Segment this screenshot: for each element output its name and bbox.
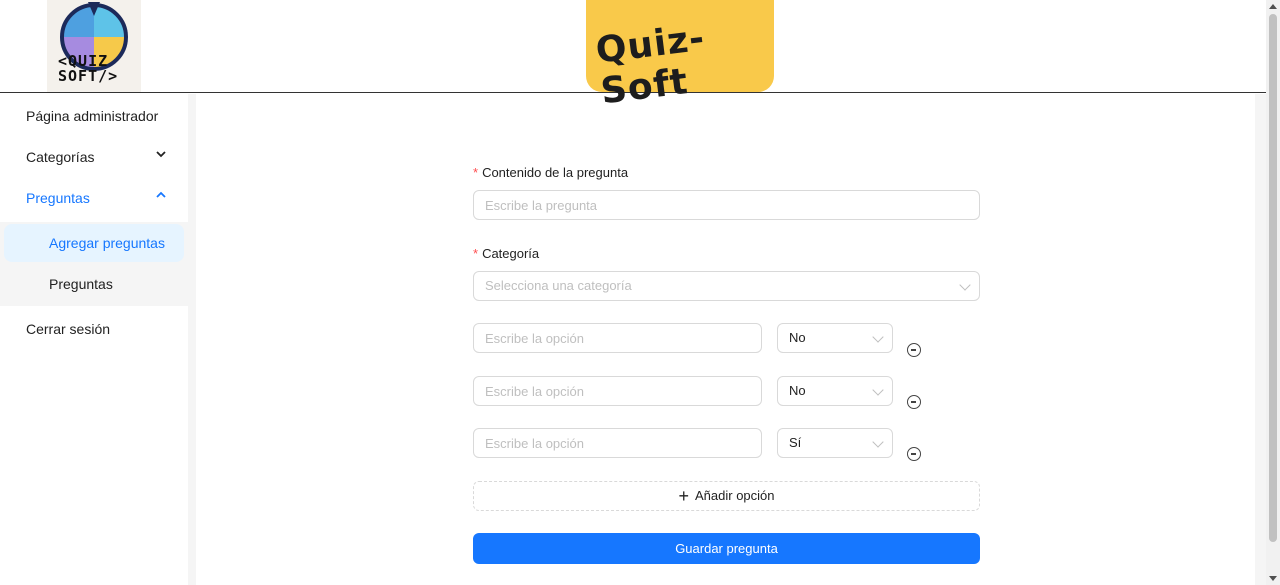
sidebar-item-logout[interactable]: Cerrar sesión [0, 309, 188, 349]
sidebar-divider [188, 94, 196, 585]
save-question-button[interactable]: Guardar pregunta [473, 533, 980, 564]
quiz-soft-logo[interactable]: <QUIZ SOFT/> [47, 0, 141, 92]
chevron-down-icon [872, 384, 884, 396]
sidebar-item-questions[interactable]: Preguntas [0, 178, 188, 218]
remove-option-icon[interactable] [907, 343, 921, 357]
option-correct-select[interactable]: No [777, 376, 893, 406]
plus-icon: + [678, 486, 689, 506]
sidebar-item-admin-page[interactable]: Página administrador [0, 96, 188, 136]
scroll-thumb[interactable] [1269, 14, 1277, 542]
remove-option-icon[interactable] [907, 395, 921, 409]
logo-text: <QUIZ SOFT/> [58, 52, 119, 85]
question-label: * Contenido de la pregunta [473, 165, 629, 180]
chevron-down-icon [156, 137, 166, 177]
chevron-down-icon [872, 331, 884, 343]
category-select[interactable]: Selecciona una categoría [473, 271, 980, 301]
category-label: * Categoría [473, 246, 540, 261]
scroll-down-icon[interactable] [1269, 576, 1277, 581]
remove-option-icon[interactable] [907, 447, 921, 461]
option-input[interactable] [473, 428, 762, 458]
sidebar-item-label: Preguntas [26, 190, 90, 206]
sidebar-item-categories[interactable]: Categorías [0, 137, 188, 177]
page-scrollbar[interactable] [1266, 0, 1280, 585]
add-option-button[interactable]: + Añadir opción [473, 481, 980, 511]
brand-title: Quiz-Soft [593, 17, 708, 113]
chevron-down-icon [872, 436, 884, 448]
questions-submenu: Agregar preguntas Preguntas [0, 222, 188, 306]
option-correct-select[interactable]: No [777, 323, 893, 353]
sidebar-item-label: Cerrar sesión [26, 321, 111, 337]
sidebar-item-label: Página administrador [26, 108, 159, 124]
sidebar-item-label: Categorías [26, 149, 95, 165]
app-header: <QUIZ SOFT/> Quiz-Soft [0, 0, 1266, 112]
sidebar-menu: Página administrador Categorías Pregunta… [0, 94, 188, 585]
brand-banner: Quiz-Soft [586, 0, 774, 112]
chevron-up-icon [156, 178, 166, 218]
option-input[interactable] [473, 376, 762, 406]
chevron-down-icon [959, 279, 971, 291]
submenu-item-add-questions[interactable]: Agregar preguntas [4, 224, 184, 262]
content-edge [1255, 94, 1266, 585]
submenu-item-questions[interactable]: Preguntas [4, 265, 184, 303]
logo-pin-icon [88, 2, 100, 16]
question-input[interactable] [473, 190, 980, 220]
option-correct-select[interactable]: Sí [777, 428, 893, 458]
option-input[interactable] [473, 323, 762, 353]
scroll-up-icon[interactable] [1269, 4, 1277, 9]
